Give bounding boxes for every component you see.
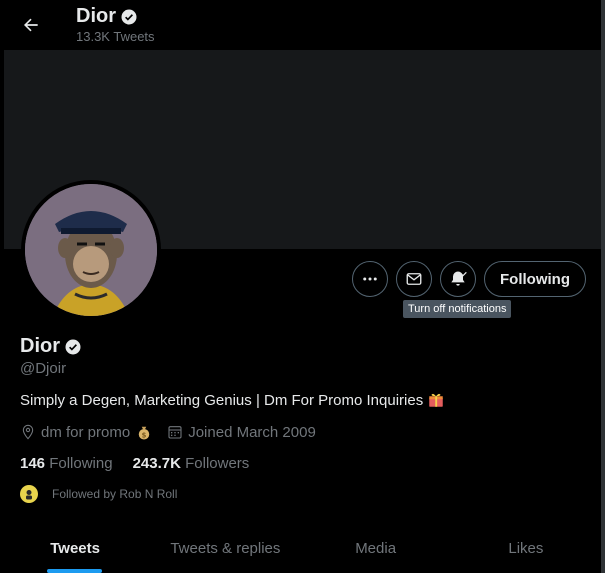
header-name: Dior: [76, 5, 116, 27]
profile-handle: @Djoir: [20, 360, 67, 377]
followers-count: 243.7K: [132, 455, 181, 472]
location-item: dm for promo $: [20, 423, 153, 441]
bell-check-icon: [451, 271, 467, 286]
message-button[interactable]: [396, 261, 432, 297]
profile-tabs: Tweets Tweets & replies Media Likes: [0, 527, 601, 573]
svg-text:$: $: [142, 431, 147, 439]
verified-badge-icon: [65, 339, 81, 354]
header-title: Dior: [76, 5, 138, 28]
mail-icon: [406, 273, 422, 285]
notifications-button[interactable]: [440, 261, 476, 297]
tab-label: Media: [355, 540, 397, 557]
tab-label: Tweets & replies: [170, 540, 281, 557]
followers-stat[interactable]: 243.7K Followers: [133, 455, 250, 472]
tab-label: Likes: [508, 540, 544, 557]
follow-stats: 146 Following 243.7K Followers: [20, 455, 249, 472]
tab-likes[interactable]: Likes: [451, 527, 601, 573]
scrollbar-edge: [601, 0, 605, 573]
joined-text: Joined March 2009: [188, 423, 316, 441]
profile-avatar[interactable]: [21, 180, 161, 320]
active-tab-indicator: [47, 569, 102, 573]
location-text: dm for promo: [41, 423, 131, 441]
top-bar: Dior 13.3K Tweets: [0, 0, 605, 50]
tab-label: Tweets: [50, 540, 100, 557]
profile-name: Dior: [20, 335, 82, 358]
tab-tweets-and-replies[interactable]: Tweets & replies: [150, 527, 300, 573]
tweet-count: 13.3K Tweets: [76, 29, 155, 44]
following-stat[interactable]: 146 Following: [20, 455, 113, 472]
calendar-icon: [168, 426, 182, 439]
notifications-tooltip: Turn off notifications: [403, 300, 512, 318]
ape-avatar-illustration: [25, 184, 157, 316]
more-icon: [363, 277, 377, 281]
arrow-left-icon: [24, 18, 38, 32]
joined-item: Joined March 2009: [167, 424, 316, 441]
location-pin-icon: [22, 424, 34, 440]
tab-media[interactable]: Media: [301, 527, 451, 573]
followed-by[interactable]: Followed by Rob N Roll: [20, 485, 177, 503]
following-count: 146: [20, 455, 46, 472]
tab-tweets[interactable]: Tweets: [0, 527, 150, 573]
gift-icon: [429, 393, 443, 407]
bio-text: Simply a Degen, Marketing Genius | Dm Fo…: [20, 391, 424, 409]
money-bag-icon: $: [138, 426, 150, 440]
profile-name-text: Dior: [20, 335, 60, 357]
back-button[interactable]: [14, 8, 48, 42]
more-button[interactable]: [352, 261, 388, 297]
following-button[interactable]: Following: [484, 261, 586, 297]
followers-label: Followers: [185, 455, 250, 472]
following-label: Following: [49, 455, 113, 472]
profile-meta: dm for promo $ Joined March 2009: [20, 423, 330, 441]
mutual-avatar: [20, 485, 38, 503]
followed-by-text: Followed by Rob N Roll: [52, 487, 178, 501]
profile-bio: Simply a Degen, Marketing Genius | Dm Fo…: [20, 391, 445, 409]
verified-badge-icon: [121, 9, 137, 24]
